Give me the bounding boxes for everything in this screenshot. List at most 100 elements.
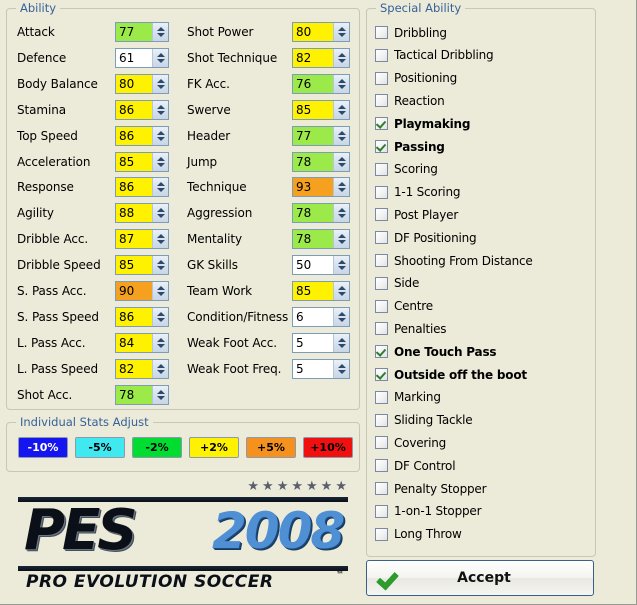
chevron-up-icon[interactable] bbox=[337, 363, 346, 368]
stat-spinner[interactable]: 85 bbox=[115, 255, 169, 276]
spinner-buttons[interactable] bbox=[152, 230, 168, 249]
spinner-buttons[interactable] bbox=[333, 282, 349, 300]
chevron-down-icon[interactable] bbox=[156, 292, 165, 296]
chevron-down-icon[interactable] bbox=[156, 395, 165, 400]
chevron-up-icon[interactable] bbox=[337, 286, 346, 290]
stat-spinner[interactable]: 85 bbox=[292, 281, 350, 301]
spinner-buttons[interactable] bbox=[333, 204, 349, 223]
chevron-up-icon[interactable] bbox=[156, 78, 165, 83]
stat-spinner[interactable]: 61 bbox=[115, 47, 169, 68]
spinner-buttons[interactable] bbox=[152, 48, 168, 67]
stat-spinner[interactable]: 86 bbox=[115, 306, 169, 327]
special-ability-item[interactable]: Covering bbox=[375, 432, 446, 453]
checkbox-checked-icon[interactable] bbox=[375, 345, 388, 359]
special-ability-item[interactable]: Centre bbox=[375, 296, 433, 317]
chevron-up-icon[interactable] bbox=[156, 104, 165, 109]
stat-value[interactable]: 76 bbox=[293, 74, 333, 93]
special-ability-item[interactable]: Marking bbox=[375, 387, 441, 408]
chevron-up-icon[interactable] bbox=[156, 234, 165, 239]
stat-value[interactable]: 85 bbox=[293, 282, 333, 300]
chevron-down-icon[interactable] bbox=[156, 240, 165, 245]
stat-value[interactable]: 84 bbox=[116, 333, 152, 352]
chevron-up-icon[interactable] bbox=[156, 208, 165, 213]
spinner-buttons[interactable] bbox=[333, 48, 349, 67]
chevron-up-icon[interactable] bbox=[156, 363, 165, 368]
chevron-down-icon[interactable] bbox=[337, 369, 346, 374]
spinner-buttons[interactable] bbox=[152, 204, 168, 223]
chevron-up-icon[interactable] bbox=[337, 130, 346, 135]
chevron-down-icon[interactable] bbox=[156, 266, 165, 271]
spinner-buttons[interactable] bbox=[152, 126, 168, 145]
special-ability-item[interactable]: Shooting From Distance bbox=[375, 250, 533, 271]
checkbox-unchecked-icon[interactable] bbox=[375, 504, 388, 518]
checkbox-unchecked-icon[interactable] bbox=[375, 71, 388, 85]
chevron-up-icon[interactable] bbox=[156, 52, 165, 57]
stat-value[interactable]: 88 bbox=[116, 204, 152, 223]
chevron-down-icon[interactable] bbox=[156, 343, 165, 348]
adjust-button[interactable]: -10% bbox=[18, 437, 68, 458]
special-ability-item[interactable]: Sliding Tackle bbox=[375, 410, 473, 431]
stat-spinner[interactable]: 82 bbox=[292, 47, 350, 68]
spinner-buttons[interactable] bbox=[333, 230, 349, 249]
stat-spinner[interactable]: 78 bbox=[115, 384, 169, 405]
adjust-button[interactable]: +2% bbox=[189, 437, 239, 458]
chevron-up-icon[interactable] bbox=[156, 260, 165, 265]
stat-spinner[interactable]: 6 bbox=[292, 306, 350, 327]
checkbox-unchecked-icon[interactable] bbox=[375, 208, 388, 222]
stat-spinner[interactable]: 5 bbox=[292, 332, 350, 353]
stat-value[interactable]: 86 bbox=[116, 100, 152, 119]
special-ability-item[interactable]: Penalty Stopper bbox=[375, 478, 487, 499]
stat-spinner[interactable]: 88 bbox=[115, 203, 169, 224]
checkbox-unchecked-icon[interactable] bbox=[375, 185, 388, 199]
chevron-up-icon[interactable] bbox=[156, 389, 165, 394]
spinner-buttons[interactable] bbox=[333, 23, 349, 41]
chevron-up-icon[interactable] bbox=[337, 234, 346, 239]
spinner-buttons[interactable] bbox=[333, 126, 349, 145]
special-ability-item[interactable]: DF Positioning bbox=[375, 227, 477, 248]
checkbox-checked-icon[interactable] bbox=[375, 140, 388, 153]
checkbox-unchecked-icon[interactable] bbox=[375, 482, 388, 495]
stat-spinner[interactable]: 77 bbox=[115, 22, 169, 42]
stat-spinner[interactable]: 5 bbox=[292, 358, 350, 379]
chevron-down-icon[interactable] bbox=[156, 110, 165, 115]
stat-spinner[interactable]: 82 bbox=[115, 358, 169, 379]
stat-value[interactable]: 90 bbox=[116, 282, 152, 300]
stat-value[interactable]: 78 bbox=[116, 385, 152, 404]
chevron-up-icon[interactable] bbox=[337, 208, 346, 213]
stat-spinner[interactable]: 86 bbox=[115, 177, 169, 198]
stat-value[interactable]: 93 bbox=[293, 178, 333, 197]
stat-spinner[interactable]: 78 bbox=[292, 203, 350, 224]
special-ability-item[interactable]: 1-on-1 Stopper bbox=[375, 501, 482, 522]
adjust-button[interactable]: -5% bbox=[75, 437, 125, 458]
stat-value[interactable]: 80 bbox=[116, 74, 152, 93]
stat-spinner[interactable]: 90 bbox=[115, 281, 169, 301]
spinner-buttons[interactable] bbox=[152, 256, 168, 275]
stat-value[interactable]: 77 bbox=[116, 23, 152, 41]
chevron-down-icon[interactable] bbox=[337, 266, 346, 271]
stat-value[interactable]: 86 bbox=[116, 178, 152, 197]
chevron-down-icon[interactable] bbox=[337, 136, 346, 141]
stat-spinner[interactable]: 78 bbox=[292, 151, 350, 172]
stat-value[interactable]: 78 bbox=[293, 152, 333, 171]
chevron-up-icon[interactable] bbox=[337, 260, 346, 265]
special-ability-item[interactable]: Scoring bbox=[375, 159, 438, 180]
stat-spinner[interactable]: 85 bbox=[115, 151, 169, 172]
stat-value[interactable]: 5 bbox=[293, 333, 333, 352]
checkbox-checked-icon[interactable] bbox=[375, 368, 388, 381]
stat-spinner[interactable]: 84 bbox=[115, 332, 169, 353]
spinner-buttons[interactable] bbox=[333, 359, 349, 378]
spinner-buttons[interactable] bbox=[152, 333, 168, 352]
checkbox-unchecked-icon[interactable] bbox=[375, 26, 388, 39]
special-ability-item[interactable]: Long Throw bbox=[375, 524, 462, 545]
stat-spinner[interactable]: 87 bbox=[115, 229, 169, 250]
spinner-buttons[interactable] bbox=[152, 152, 168, 171]
checkbox-unchecked-icon[interactable] bbox=[375, 322, 388, 336]
checkbox-checked-icon[interactable] bbox=[375, 117, 388, 131]
chevron-down-icon[interactable] bbox=[337, 188, 346, 193]
special-ability-item[interactable]: Reaction bbox=[375, 90, 445, 111]
spinner-buttons[interactable] bbox=[333, 100, 349, 119]
chevron-down-icon[interactable] bbox=[156, 33, 165, 37]
chevron-down-icon[interactable] bbox=[337, 214, 346, 219]
special-ability-item[interactable]: 1-1 Scoring bbox=[375, 182, 460, 203]
special-ability-item[interactable]: Dribbling bbox=[375, 22, 447, 43]
